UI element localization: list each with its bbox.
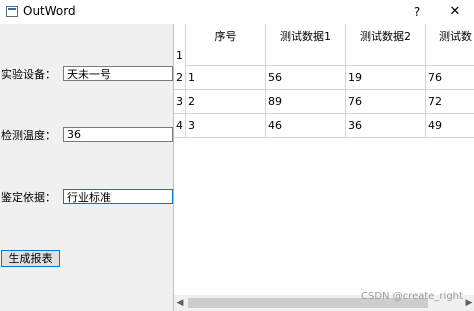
column-header[interactable]: 测试数据2 xyxy=(346,24,426,66)
window-title: OutWord xyxy=(23,4,76,18)
watermark: CSDN @create_right xyxy=(361,291,463,302)
table-cell[interactable]: 76 xyxy=(426,66,474,90)
help-button[interactable]: ? xyxy=(404,2,430,22)
table-cell[interactable]: 3 xyxy=(186,114,266,138)
table-cell[interactable]: 89 xyxy=(266,90,346,114)
table-cell[interactable]: 49 xyxy=(426,114,474,138)
basis-label: 鉴定依据： xyxy=(1,191,56,204)
row-header[interactable]: 3 xyxy=(174,90,186,114)
device-label: 实验设备： xyxy=(1,68,56,81)
close-button[interactable]: ✕ xyxy=(440,2,470,22)
scroll-right-icon[interactable]: ▶ xyxy=(463,295,474,311)
generate-report-button[interactable]: 生成报表 xyxy=(1,250,60,267)
column-header[interactable]: 序号 xyxy=(186,24,266,66)
scroll-left-icon[interactable]: ◀ xyxy=(174,295,186,311)
data-table[interactable]: 序号 测试数据1 测试数据2 测试数 1 2 3 4 1 56 19 76 2 … xyxy=(173,24,474,311)
app-window-icon xyxy=(6,6,18,17)
table-cell[interactable]: 1 xyxy=(186,66,266,90)
table-cell[interactable]: 56 xyxy=(266,66,346,90)
device-input[interactable] xyxy=(63,66,173,81)
table-cell[interactable]: 19 xyxy=(346,66,426,90)
table-cell[interactable]: 76 xyxy=(346,90,426,114)
table-cell[interactable]: 2 xyxy=(186,90,266,114)
row-header[interactable]: 2 xyxy=(174,66,186,90)
temperature-input[interactable] xyxy=(63,127,173,142)
table-cell[interactable]: 36 xyxy=(346,114,426,138)
temperature-label: 检测温度： xyxy=(1,129,56,142)
table-cell[interactable]: 72 xyxy=(426,90,474,114)
basis-input[interactable] xyxy=(63,189,173,204)
column-header[interactable]: 测试数 xyxy=(426,24,474,66)
row-header[interactable]: 1 xyxy=(174,45,186,66)
column-header[interactable]: 测试数据1 xyxy=(266,24,346,66)
table-cell[interactable]: 46 xyxy=(266,114,346,138)
title-bar: OutWord ? ✕ xyxy=(0,0,474,24)
row-header[interactable]: 4 xyxy=(174,114,186,138)
